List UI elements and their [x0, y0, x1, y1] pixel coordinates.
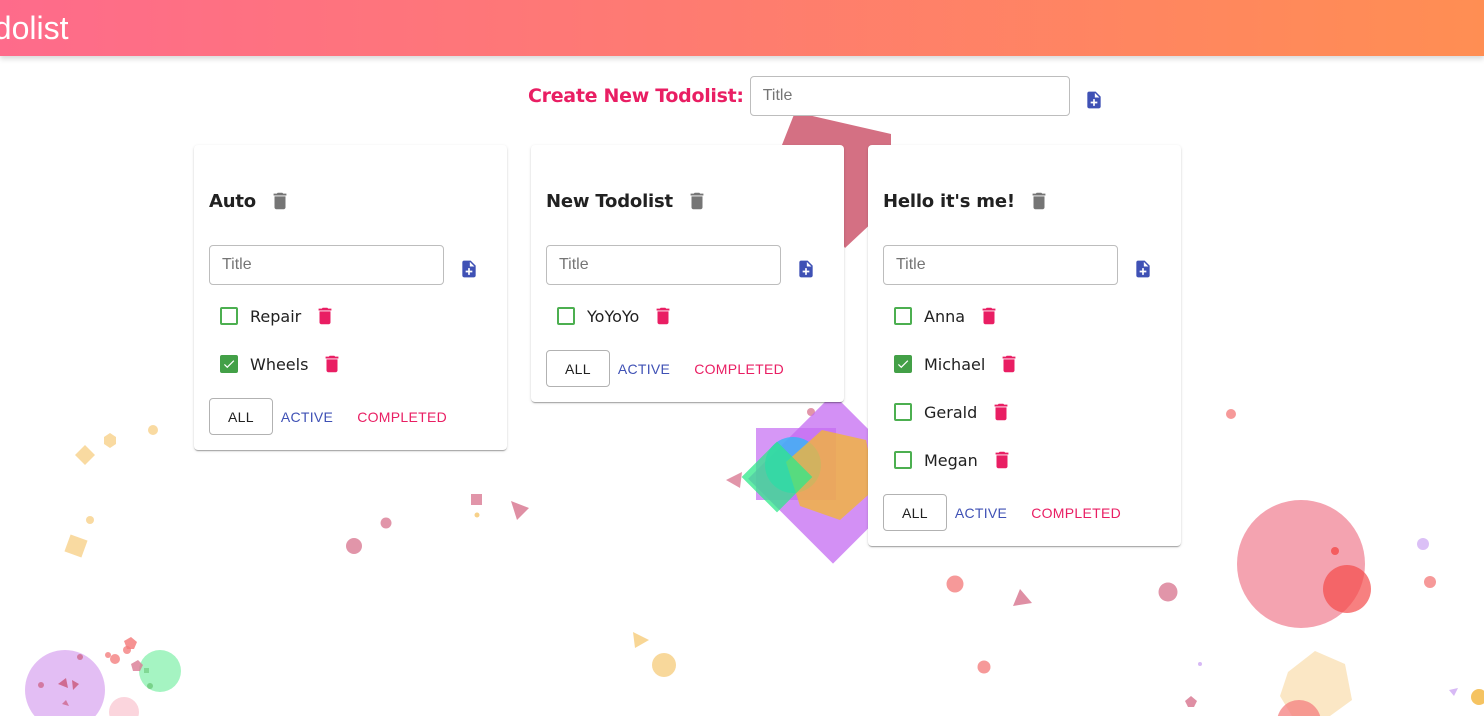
trash-icon — [994, 403, 1008, 421]
task-list: YoYoYo — [557, 292, 675, 340]
task-checkbox[interactable] — [894, 403, 912, 421]
filter-buttons: ALL ACTIVE COMPLETED — [883, 494, 1129, 531]
task-checkbox[interactable] — [220, 355, 238, 373]
add-task-input[interactable] — [546, 245, 781, 285]
task-checkbox[interactable] — [557, 307, 575, 325]
add-task-button[interactable] — [794, 257, 818, 281]
task-item: Anna — [894, 292, 1021, 340]
filter-active-button[interactable]: ACTIVE — [610, 351, 678, 387]
add-task-button[interactable] — [457, 257, 481, 281]
delete-todolist-button[interactable] — [685, 189, 709, 213]
add-task-form — [546, 245, 818, 285]
task-item: Michael — [894, 340, 1021, 388]
create-todolist-label: Create New Todolist: — [528, 85, 744, 107]
task-title[interactable]: Repair — [250, 307, 301, 326]
trash-icon — [690, 192, 704, 210]
delete-task-button[interactable] — [989, 400, 1013, 424]
add-task-form — [209, 245, 481, 285]
todolist-header: Hello it's me! — [883, 189, 1051, 213]
todolist-card: Auto Repair Wheels ALL ACTI — [194, 145, 507, 450]
create-todolist-add-button[interactable] — [1082, 88, 1106, 112]
app-title: Todolist — [0, 10, 69, 46]
todolist-card: New Todolist YoYoYo ALL ACTIVE COMPLETED — [531, 145, 844, 402]
task-checkbox[interactable] — [894, 307, 912, 325]
task-checkbox[interactable] — [894, 355, 912, 373]
add-task-input[interactable] — [883, 245, 1118, 285]
delete-task-button[interactable] — [990, 448, 1014, 472]
create-todolist-form: Create New Todolist: — [528, 76, 1106, 116]
todolist-header: New Todolist — [546, 189, 709, 213]
task-title[interactable]: Megan — [924, 451, 978, 470]
delete-task-button[interactable] — [977, 304, 1001, 328]
trash-icon — [656, 307, 670, 325]
task-item: Wheels — [220, 340, 344, 388]
trash-icon — [1032, 192, 1046, 210]
trash-icon — [318, 307, 332, 325]
filter-buttons: ALL ACTIVE COMPLETED — [209, 398, 455, 435]
filter-all-button[interactable]: ALL — [209, 398, 273, 435]
task-item: YoYoYo — [557, 292, 675, 340]
filter-all-button[interactable]: ALL — [883, 494, 947, 531]
todolist-title[interactable]: Auto — [209, 191, 256, 212]
filter-completed-button[interactable]: COMPLETED — [686, 351, 792, 387]
task-checkbox[interactable] — [220, 307, 238, 325]
filter-active-button[interactable]: ACTIVE — [947, 495, 1015, 531]
delete-task-button[interactable] — [313, 304, 337, 328]
todolist-card: Hello it's me! Anna Michael — [868, 145, 1181, 546]
delete-todolist-button[interactable] — [268, 189, 292, 213]
task-title[interactable]: YoYoYo — [587, 307, 639, 326]
note-add-icon — [799, 260, 813, 278]
create-todolist-input[interactable] — [749, 76, 1070, 116]
task-item: Gerald — [894, 388, 1021, 436]
filter-buttons: ALL ACTIVE COMPLETED — [546, 350, 792, 387]
note-add-icon — [462, 260, 476, 278]
delete-task-button[interactable] — [320, 352, 344, 376]
trash-icon — [995, 451, 1009, 469]
delete-task-button[interactable] — [651, 304, 675, 328]
todolist-header: Auto — [209, 189, 292, 213]
trash-icon — [273, 192, 287, 210]
note-add-icon — [1136, 260, 1150, 278]
task-item: Megan — [894, 436, 1021, 484]
filter-all-button[interactable]: ALL — [546, 350, 610, 387]
task-item: Repair — [220, 292, 344, 340]
filter-completed-button[interactable]: COMPLETED — [349, 399, 455, 435]
task-title[interactable]: Anna — [924, 307, 965, 326]
add-task-form — [883, 245, 1155, 285]
check-icon — [897, 360, 909, 369]
todolist-title[interactable]: Hello it's me! — [883, 191, 1015, 212]
trash-icon — [326, 355, 339, 373]
task-title[interactable]: Wheels — [250, 355, 308, 374]
delete-task-button[interactable] — [997, 352, 1021, 376]
task-list: Repair Wheels — [220, 292, 344, 388]
trash-icon — [982, 307, 996, 325]
task-checkbox[interactable] — [894, 451, 912, 469]
filter-active-button[interactable]: ACTIVE — [273, 399, 341, 435]
note-add-icon — [1087, 91, 1101, 109]
task-list: Anna Michael Gerald Megan — [894, 292, 1021, 484]
task-title[interactable]: Gerald — [924, 403, 977, 422]
app-bar: Todolist — [0, 0, 1484, 56]
check-icon — [223, 360, 235, 369]
add-task-input[interactable] — [209, 245, 444, 285]
todolist-title[interactable]: New Todolist — [546, 191, 673, 212]
trash-icon — [1002, 355, 1016, 373]
filter-completed-button[interactable]: COMPLETED — [1023, 495, 1129, 531]
task-title[interactable]: Michael — [924, 355, 985, 374]
delete-todolist-button[interactable] — [1027, 189, 1051, 213]
add-task-button[interactable] — [1131, 257, 1155, 281]
